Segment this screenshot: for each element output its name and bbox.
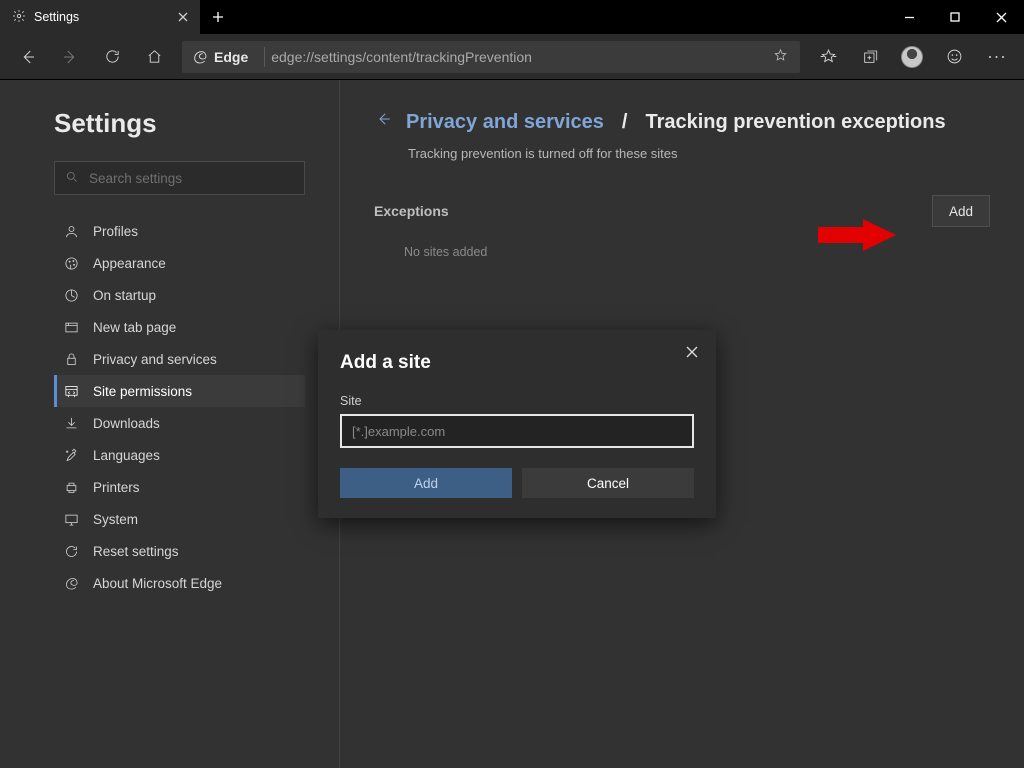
privacy-and-services-icon	[63, 351, 79, 367]
tab-strip: Settings	[0, 0, 236, 34]
page-description: Tracking prevention is turned off for th…	[408, 146, 990, 161]
forward-button[interactable]	[50, 37, 90, 77]
sidebar-item-label: Reset settings	[93, 544, 179, 559]
breadcrumb-back-icon[interactable]	[374, 110, 392, 134]
refresh-button[interactable]	[92, 37, 132, 77]
dialog-cancel-button[interactable]: Cancel	[522, 468, 694, 498]
sidebar-item-downloads[interactable]: Downloads	[54, 407, 305, 439]
profile-button[interactable]	[892, 37, 932, 77]
edge-logo-icon: Edge	[188, 49, 258, 65]
sidebar-item-label: Appearance	[93, 256, 166, 271]
close-icon[interactable]	[178, 9, 188, 25]
home-button[interactable]	[134, 37, 174, 77]
new-tab-button[interactable]	[200, 0, 236, 34]
dialog-close-button[interactable]	[680, 340, 704, 364]
maximize-button[interactable]	[932, 0, 978, 34]
exceptions-label: Exceptions	[374, 203, 449, 219]
sidebar-item-label: Profiles	[93, 224, 138, 239]
sidebar-item-label: Downloads	[93, 416, 160, 431]
dialog-add-button[interactable]: Add	[340, 468, 512, 498]
empty-state: No sites added	[404, 245, 990, 259]
search-settings[interactable]	[54, 161, 305, 195]
sidebar-item-new-tab-page[interactable]: New tab page	[54, 311, 305, 343]
settings-nav: Profiles Appearance On startup New tab page…	[54, 215, 305, 599]
site-permissions-icon	[63, 383, 79, 399]
site-input[interactable]	[340, 414, 694, 448]
printers-icon	[63, 479, 79, 495]
breadcrumb-current: Tracking prevention exceptions	[645, 111, 945, 134]
breadcrumb-separator: /	[622, 111, 628, 134]
gear-icon	[12, 9, 26, 26]
settings-sidebar: Settings Profiles Appearance On startup New…	[0, 80, 340, 768]
minimize-button[interactable]	[886, 0, 932, 34]
dialog-title: Add a site	[340, 352, 694, 374]
favorites-button[interactable]	[808, 37, 848, 77]
close-window-button[interactable]	[978, 0, 1024, 34]
sidebar-item-label: Site permissions	[93, 384, 192, 399]
titlebar: Settings	[0, 0, 1024, 34]
sidebar-item-label: Privacy and services	[93, 352, 217, 367]
search-input[interactable]	[89, 171, 294, 186]
red-callout-arrow-icon	[818, 215, 898, 260]
edge-badge-label: Edge	[214, 49, 248, 65]
favorite-star-icon[interactable]	[767, 48, 794, 66]
profiles-icon	[63, 223, 79, 239]
window-controls	[886, 0, 1024, 34]
new-tab-page-icon	[63, 319, 79, 335]
sidebar-item-on-startup[interactable]: On startup	[54, 279, 305, 311]
sidebar-item-label: Printers	[93, 480, 140, 495]
sidebar-item-label: System	[93, 512, 138, 527]
sidebar-item-system[interactable]: System	[54, 503, 305, 535]
avatar-icon	[901, 46, 923, 68]
dialog-add-label: Add	[414, 476, 438, 491]
sidebar-item-label: On startup	[93, 288, 156, 303]
sidebar-item-printers[interactable]: Printers	[54, 471, 305, 503]
collections-button[interactable]	[850, 37, 890, 77]
settings-heading: Settings	[54, 108, 305, 139]
system-icon	[63, 511, 79, 527]
sidebar-item-label: About Microsoft Edge	[93, 576, 222, 591]
sidebar-item-privacy-and-services[interactable]: Privacy and services	[54, 343, 305, 375]
tab-title: Settings	[34, 10, 79, 24]
search-icon	[65, 170, 79, 187]
breadcrumb-link[interactable]: Privacy and services	[406, 111, 604, 134]
toolbar: Edge edge://settings/content/trackingPre…	[0, 34, 1024, 80]
sidebar-item-appearance[interactable]: Appearance	[54, 247, 305, 279]
sidebar-item-about-edge[interactable]: About Microsoft Edge	[54, 567, 305, 599]
appearance-icon	[63, 255, 79, 271]
on-startup-icon	[63, 287, 79, 303]
add-site-dialog: Add a site Site Add Cancel	[318, 330, 716, 518]
address-bar[interactable]: Edge edge://settings/content/trackingPre…	[182, 41, 800, 73]
breadcrumb: Privacy and services / Tracking preventi…	[374, 110, 990, 134]
browser-tab-settings[interactable]: Settings	[0, 0, 200, 34]
sidebar-item-profiles[interactable]: Profiles	[54, 215, 305, 247]
about-edge-icon	[63, 575, 79, 591]
back-button[interactable]	[8, 37, 48, 77]
dialog-cancel-label: Cancel	[587, 476, 629, 491]
sidebar-item-label: New tab page	[93, 320, 176, 335]
menu-button[interactable]	[976, 37, 1016, 77]
sidebar-item-label: Languages	[93, 448, 160, 463]
add-exception-button[interactable]: Add	[932, 195, 990, 227]
reset-settings-icon	[63, 543, 79, 559]
sidebar-item-reset-settings[interactable]: Reset settings	[54, 535, 305, 567]
sidebar-item-site-permissions[interactable]: Site permissions	[54, 375, 305, 407]
url-text: edge://settings/content/trackingPreventi…	[271, 49, 767, 65]
site-field-label: Site	[340, 394, 694, 408]
feedback-button[interactable]	[934, 37, 974, 77]
languages-icon	[63, 447, 79, 463]
add-button-label: Add	[949, 204, 973, 219]
downloads-icon	[63, 415, 79, 431]
sidebar-item-languages[interactable]: Languages	[54, 439, 305, 471]
